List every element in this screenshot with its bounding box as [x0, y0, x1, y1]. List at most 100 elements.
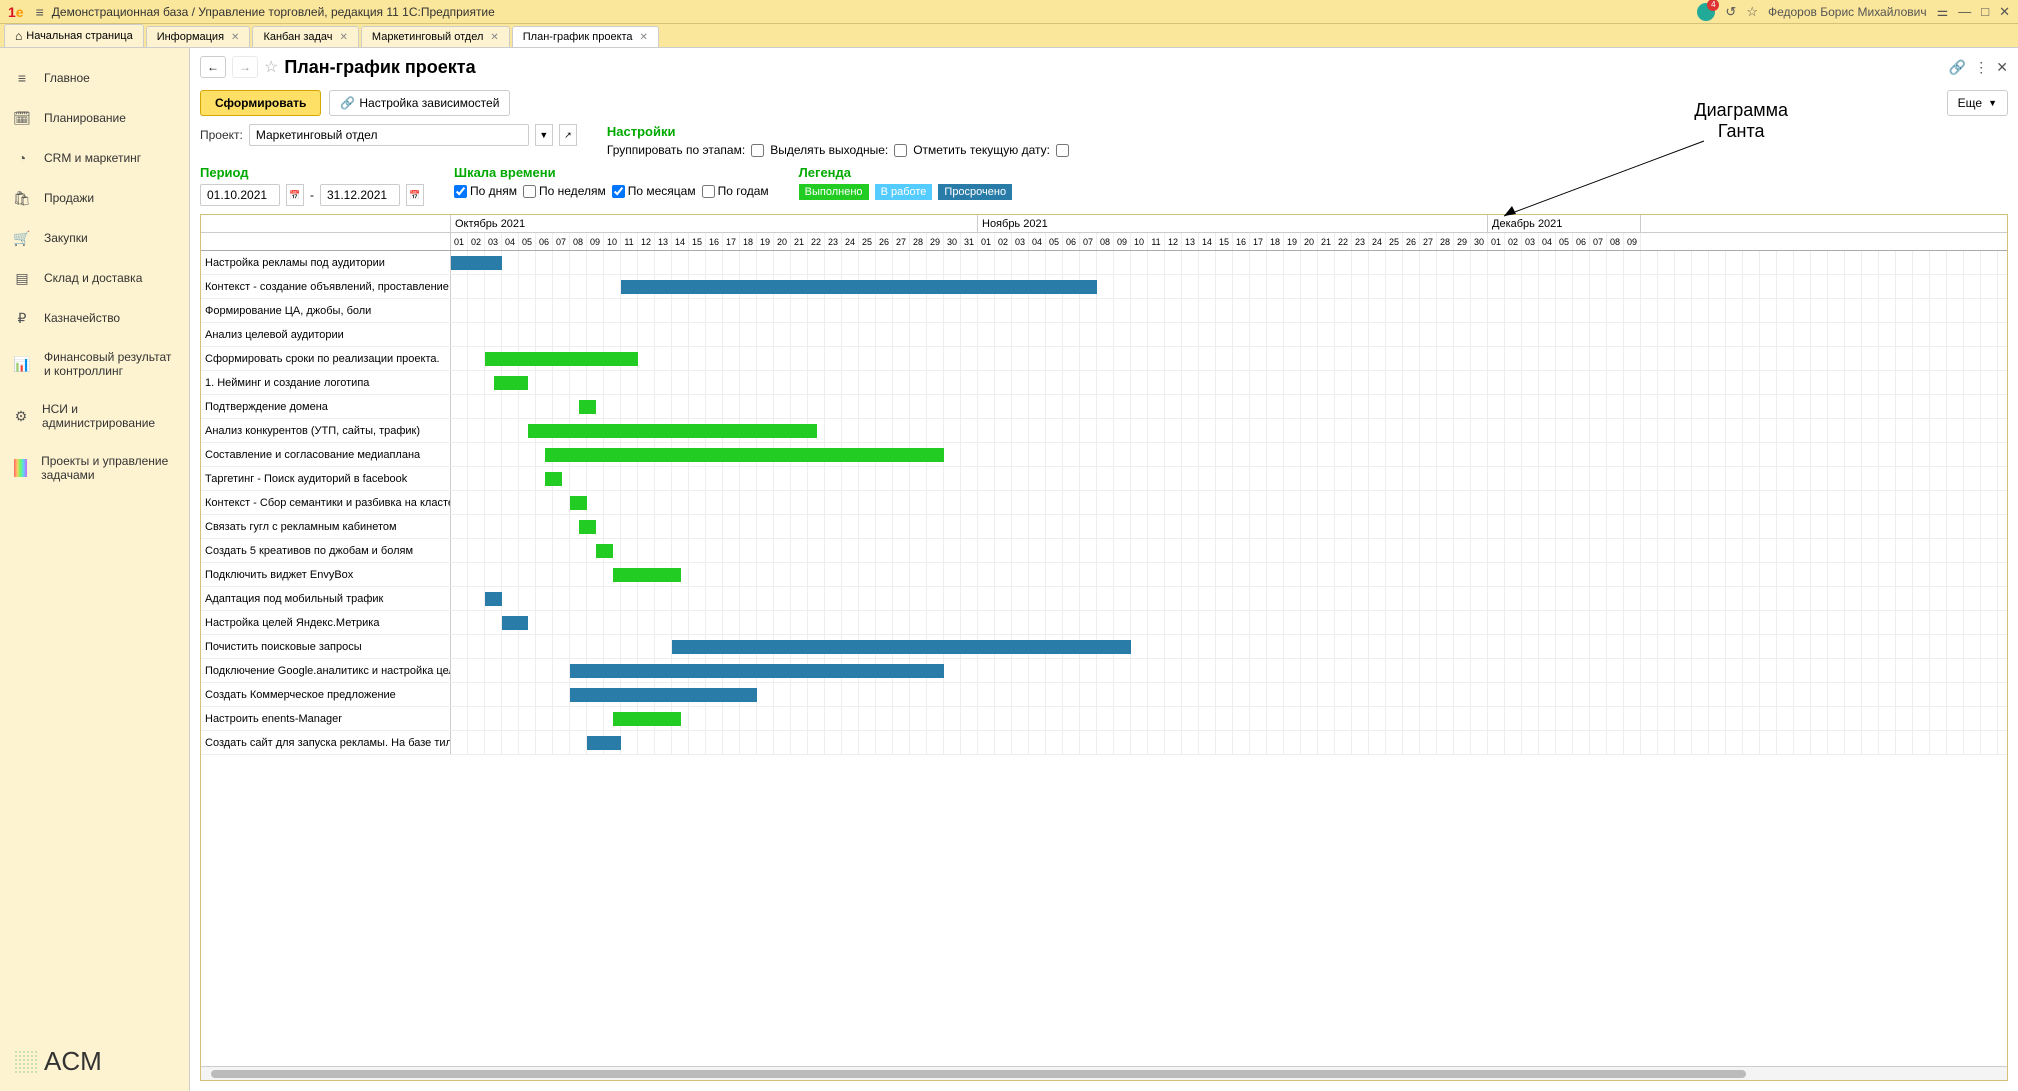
gantt-bar[interactable] [570, 664, 944, 678]
more-button[interactable]: Еще ▼ [1947, 90, 2008, 116]
sidebar-item-label: Закупки [44, 231, 88, 245]
sidebar-item-проекты-и-управление-задачами[interactable]: Проекты и управление задачами [0, 442, 189, 494]
gantt-bar[interactable] [502, 616, 528, 630]
gantt-month-header: Декабрь 2021 [1488, 215, 1641, 232]
gantt-horizontal-scrollbar[interactable] [201, 1066, 2007, 1080]
date-to-input[interactable] [320, 184, 400, 206]
gantt-row[interactable]: 1. Нейминг и создание логотипа [201, 371, 2007, 395]
gantt-row[interactable]: Анализ конкурентов (УТП, сайты, трафик) [201, 419, 2007, 443]
sidebar-item-crm-и-маркетинг[interactable]: ◔CRM и маркетинг [0, 138, 189, 178]
gantt-row[interactable]: Формирование ЦА, джобы, боли [201, 299, 2007, 323]
sidebar-item-закупки[interactable]: 🛒Закупки [0, 218, 189, 258]
gantt-row[interactable]: Настройка целей Яндекс.Метрика [201, 611, 2007, 635]
sidebar-item-главное[interactable]: ≡Главное [0, 58, 189, 98]
user-name[interactable]: Федоров Борис Михайлович [1768, 5, 1927, 19]
settings-icon[interactable]: ⚌ [1937, 4, 1949, 20]
tab-close-icon[interactable]: ✕ [231, 32, 239, 43]
gantt-bar[interactable] [545, 448, 945, 462]
kebab-menu-icon[interactable]: ⋮ [1974, 59, 1988, 76]
gantt-bar[interactable] [579, 400, 596, 414]
sidebar-item-казначейство[interactable]: ₽Казначейство [0, 298, 189, 338]
gantt-task-name: Формирование ЦА, джобы, боли [201, 299, 451, 322]
maximize-icon[interactable]: □ [1981, 4, 1989, 19]
gantt-row[interactable]: Подключить виджет EnvyBox [201, 563, 2007, 587]
tab-close-icon[interactable]: ✕ [640, 32, 648, 43]
legend-overdue-badge: Просрочено [938, 184, 1012, 200]
scale-days-checkbox[interactable] [454, 185, 467, 198]
sidebar-item-финансовый-результат-и-контроллинг[interactable]: 📊Финансовый результат и контроллинг [0, 338, 189, 390]
gantt-row[interactable]: Составление и согласование медиаплана [201, 443, 2007, 467]
sidebar-item-label: Планирование [44, 111, 126, 125]
gantt-bar[interactable] [545, 472, 562, 486]
date-from-calendar-button[interactable]: 📅 [286, 184, 304, 206]
chevron-down-icon: ▼ [1988, 98, 1997, 108]
gantt-bar[interactable] [528, 424, 817, 438]
generate-button[interactable]: Сформировать [200, 90, 321, 116]
gantt-row[interactable]: Создать 5 креативов по джобам и болям [201, 539, 2007, 563]
gantt-row[interactable]: Подключение Google.аналитикс и настройка… [201, 659, 2007, 683]
gantt-bar[interactable] [451, 256, 502, 270]
gantt-body[interactable]: Настройка рекламы под аудиторииКонтекст … [201, 251, 2007, 1066]
group-stages-checkbox[interactable] [751, 144, 764, 157]
gantt-row[interactable]: Подтверждение домена [201, 395, 2007, 419]
project-dropdown-button[interactable]: ▼ [535, 124, 553, 146]
scale-weeks-checkbox[interactable] [523, 185, 536, 198]
gantt-bar[interactable] [485, 352, 638, 366]
gantt-row[interactable]: Почистить поисковые запросы [201, 635, 2007, 659]
gantt-bar[interactable] [621, 280, 1097, 294]
link-icon[interactable]: 🔗 [1949, 59, 1966, 76]
gantt-row[interactable]: Настроить enents-Manager [201, 707, 2007, 731]
gantt-bar[interactable] [485, 592, 502, 606]
date-to-calendar-button[interactable]: 📅 [406, 184, 424, 206]
tab-close-icon[interactable]: ✕ [490, 32, 498, 43]
gantt-row[interactable]: Настройка рекламы под аудитории [201, 251, 2007, 275]
sidebar-item-продажи[interactable]: 🛍Продажи [0, 178, 189, 218]
tab-bar: Начальная страницаИнформация✕Канбан зада… [0, 24, 2018, 48]
sidebar-item-нси-и-администрирование[interactable]: ⚙НСИ и администрирование [0, 390, 189, 442]
project-open-button[interactable]: ↗ [559, 124, 577, 146]
mark-today-checkbox[interactable] [1056, 144, 1069, 157]
minimize-icon[interactable]: — [1958, 4, 1971, 19]
gantt-bar[interactable] [596, 544, 613, 558]
sidebar-item-склад-и-доставка[interactable]: ▤Склад и доставка [0, 258, 189, 298]
scale-months-checkbox[interactable] [612, 185, 625, 198]
gantt-bar[interactable] [672, 640, 1131, 654]
tab-план-график-проекта[interactable]: План-график проекта✕ [512, 26, 659, 47]
gantt-bar[interactable] [613, 568, 681, 582]
gantt-bar[interactable] [570, 688, 757, 702]
gantt-row[interactable]: Создать Коммерческое предложение [201, 683, 2007, 707]
favorite-star-icon[interactable]: ☆ [264, 57, 278, 77]
date-from-input[interactable] [200, 184, 280, 206]
scale-years-checkbox[interactable] [702, 185, 715, 198]
tab-маркетинговый-отдел[interactable]: Маркетинговый отдел✕ [361, 26, 510, 47]
notification-badge[interactable] [1697, 3, 1715, 21]
highlight-weekends-checkbox[interactable] [894, 144, 907, 157]
tab-информация[interactable]: Информация✕ [146, 26, 251, 47]
gantt-bar[interactable] [570, 496, 587, 510]
gantt-bar[interactable] [579, 520, 596, 534]
gantt-row[interactable]: Таргетинг - Поиск аудиторий в facebook [201, 467, 2007, 491]
nav-forward-button[interactable]: → [232, 56, 258, 78]
gantt-row[interactable]: Связать гугл с рекламным кабинетом [201, 515, 2007, 539]
sidebar-item-планирование[interactable]: 🗓Планирование [0, 98, 189, 138]
dependencies-button[interactable]: 🔗 Настройка зависимостей [329, 90, 510, 116]
close-window-icon[interactable]: ✕ [1999, 4, 2010, 20]
gantt-bar[interactable] [587, 736, 621, 750]
gantt-row[interactable]: Создать сайт для запуска рекламы. На баз… [201, 731, 2007, 755]
gantt-row[interactable]: Адаптация под мобильный трафик [201, 587, 2007, 611]
tab-канбан-задач[interactable]: Канбан задач✕ [252, 26, 358, 47]
gantt-row[interactable]: Анализ целевой аудитории [201, 323, 2007, 347]
gantt-row[interactable]: Сформировать сроки по реализации проекта… [201, 347, 2007, 371]
favorite-icon[interactable]: ☆ [1746, 4, 1758, 20]
main-menu-icon[interactable]: ≡ [36, 4, 44, 20]
close-page-icon[interactable]: ✕ [1996, 59, 2008, 76]
project-input[interactable] [249, 124, 529, 146]
gantt-bar[interactable] [613, 712, 681, 726]
gantt-row[interactable]: Контекст - Сбор семантики и разбивка на … [201, 491, 2007, 515]
nav-back-button[interactable]: ← [200, 56, 226, 78]
history-icon[interactable]: ↺ [1725, 4, 1736, 20]
tab-начальная-страница[interactable]: Начальная страница [4, 24, 144, 47]
tab-close-icon[interactable]: ✕ [340, 32, 348, 43]
gantt-row[interactable]: Контекст - создание объявлений, проставл… [201, 275, 2007, 299]
gantt-bar[interactable] [494, 376, 528, 390]
